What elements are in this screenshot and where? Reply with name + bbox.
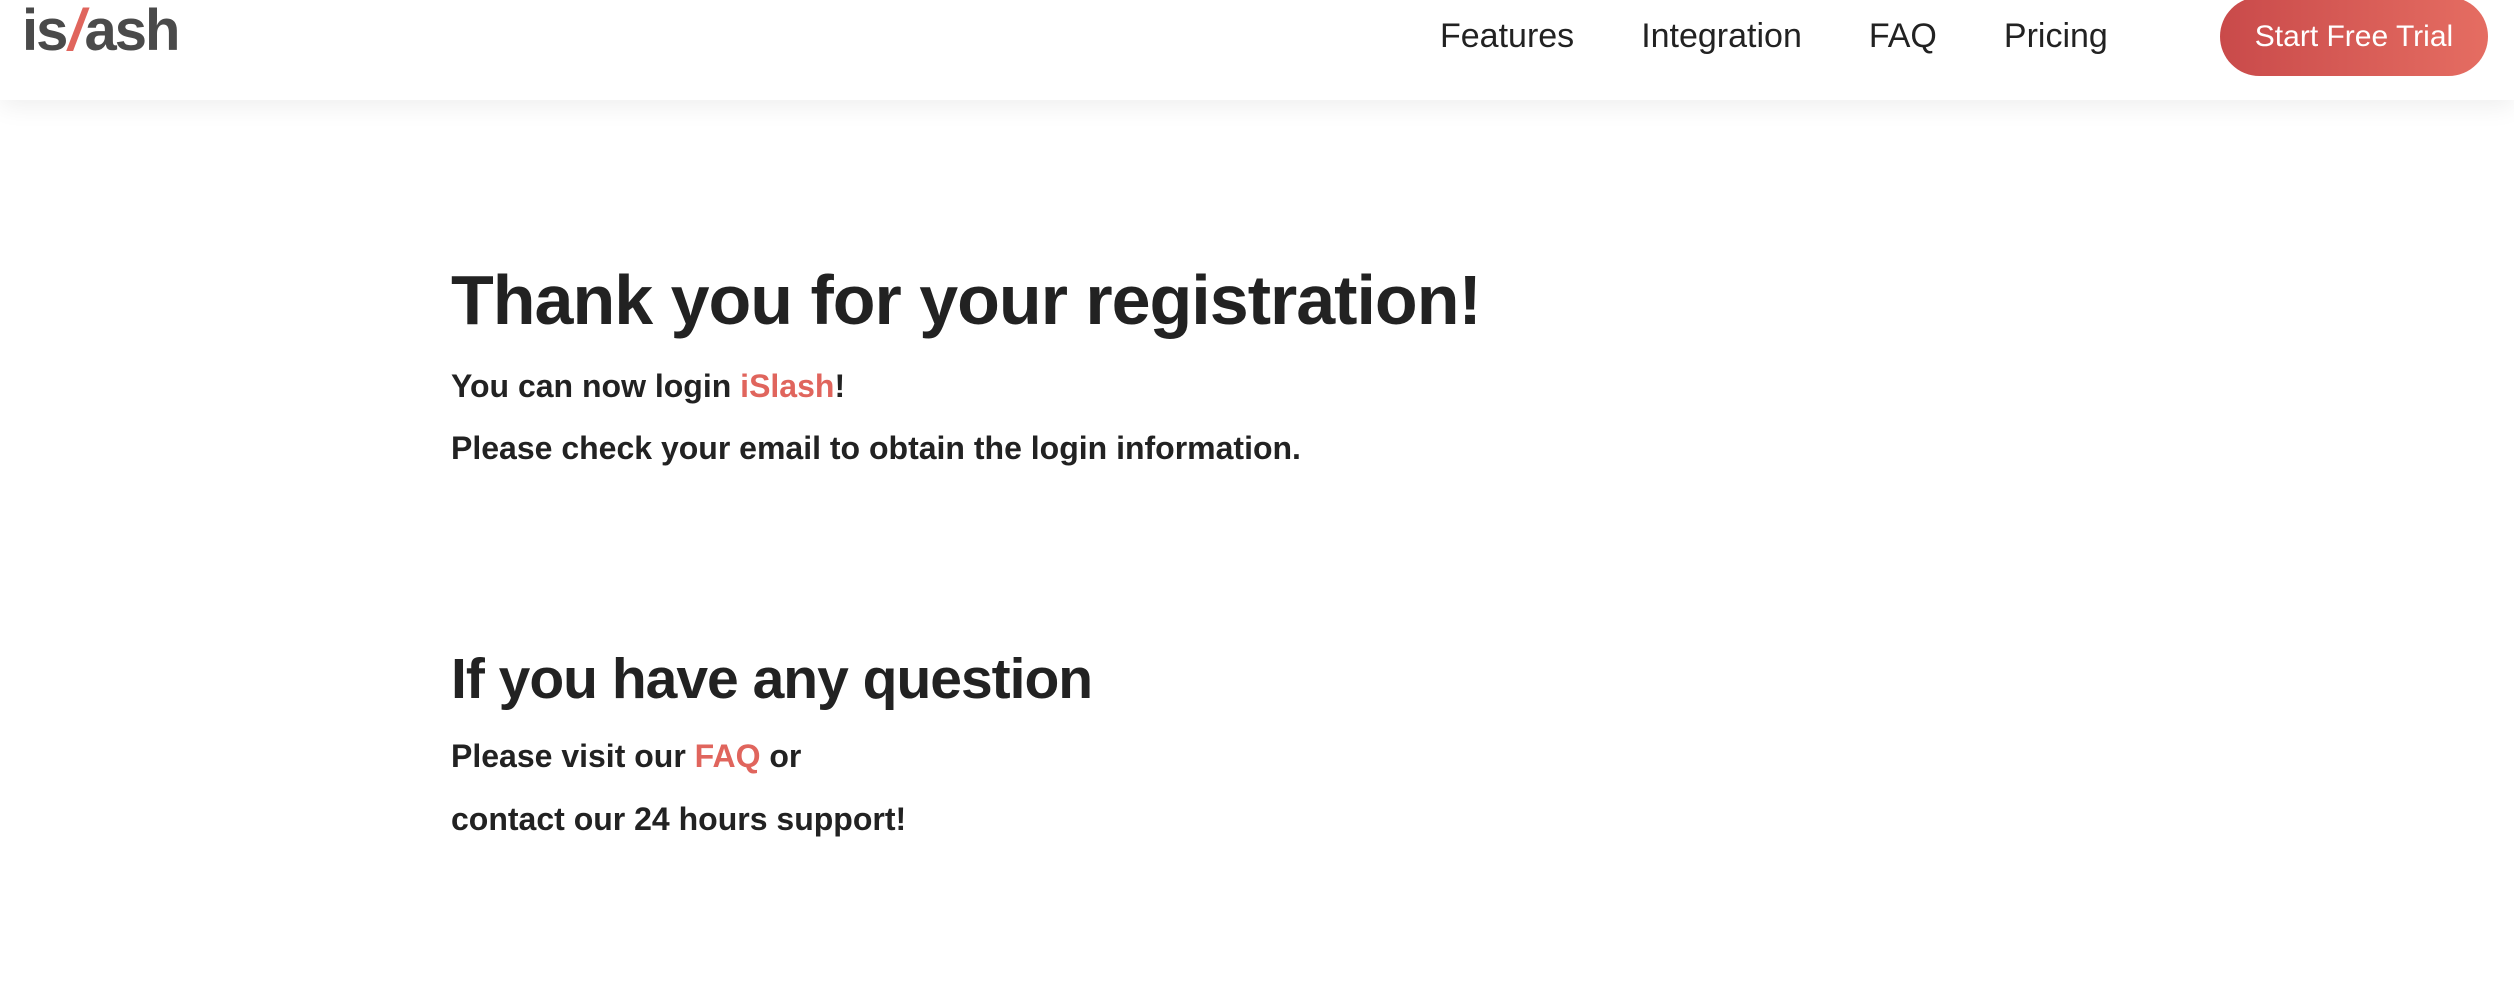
start-free-trial-button[interactable]: Start Free Trial	[2220, 0, 2488, 76]
faq-link[interactable]: FAQ	[695, 738, 761, 774]
navbar: is / ash Features Integration FAQ Pricing …	[0, 0, 2514, 100]
nav-faq-link[interactable]: FAQ	[1869, 17, 1937, 56]
faq-message-suffix: or	[760, 738, 802, 774]
question-heading: If you have any question	[451, 647, 1093, 711]
email-instruction: Please check your email to obtain the lo…	[451, 430, 1301, 466]
login-message: You can now login iSlash!	[451, 366, 845, 406]
page-title: Thank you for your registration!	[451, 261, 1482, 339]
islash-login-link[interactable]: iSlash	[740, 368, 834, 404]
logo-text-start: is	[22, 0, 68, 63]
nav-pricing-link[interactable]: Pricing	[2004, 17, 2108, 56]
main-nav: Features Integration FAQ Pricing	[1440, 0, 2175, 72]
faq-message: Please visit our FAQ or	[451, 736, 801, 776]
nav-features-link[interactable]: Features	[1440, 17, 1574, 56]
nav-integration-link[interactable]: Integration	[1641, 17, 1802, 56]
logo-slash: /	[68, 0, 84, 63]
support-message: contact our 24 hours support!	[451, 801, 907, 837]
logo-text-end: ash	[84, 0, 181, 63]
islash-logo[interactable]: is / ash	[22, 0, 181, 66]
login-message-suffix: !	[834, 368, 846, 404]
login-message-prefix: You can now login	[451, 368, 741, 404]
faq-message-prefix: Please visit our	[451, 738, 695, 774]
